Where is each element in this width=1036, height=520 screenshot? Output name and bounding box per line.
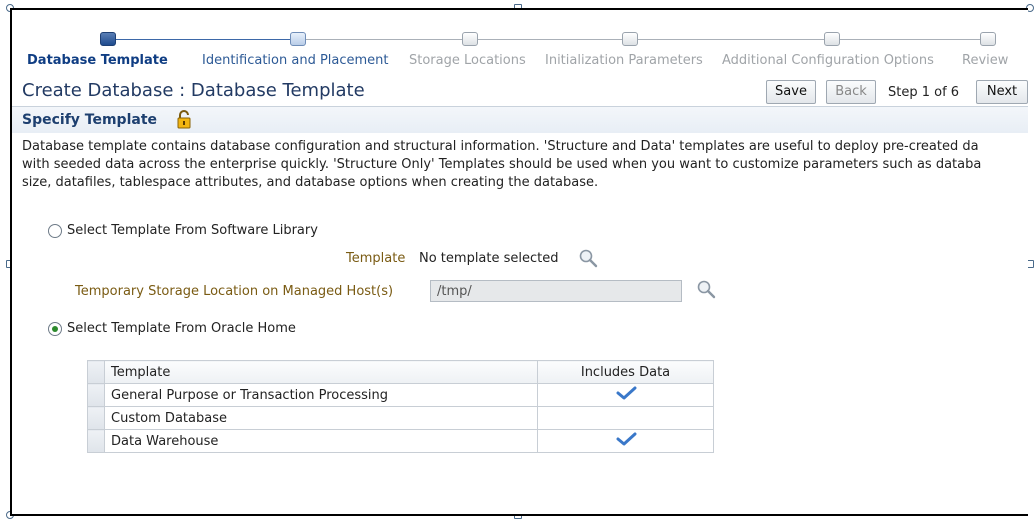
train-label-additional-configuration: Additional Configuration Options [722,53,934,68]
table-row[interactable]: General Purpose or Transaction Processin… [87,383,714,407]
train-node-initialization-parameters [622,32,638,46]
description-line: size, datafiles, tablespace attributes, … [22,175,599,190]
train-label-review: Review [962,53,1009,68]
table-row[interactable]: Data Warehouse [87,429,714,453]
train-node-review [980,32,996,46]
table-row[interactable]: Custom Database [87,406,714,430]
train-node-additional-configuration [824,32,840,46]
train-label-storage-locations: Storage Locations [409,53,526,68]
row-selector-header [87,360,105,384]
wizard-train: Database Template Identification and Pla… [12,10,1028,76]
template-name-cell[interactable]: General Purpose or Transaction Processin… [104,383,538,407]
description-line: Database template contains database conf… [22,139,979,154]
page-header: Create Database : Database Template Save… [12,78,1028,107]
section-description: Database template contains database conf… [22,138,1028,192]
template-table: Template Includes Data General Purpose o… [87,360,714,453]
step-indicator: Step 1 of 6 [888,85,960,100]
column-header-template[interactable]: Template [104,360,538,384]
oracle-home-radio-label[interactable]: Select Template From Oracle Home [67,321,296,336]
save-button[interactable]: Save [766,80,816,104]
train-label-database-template[interactable]: Database Template [27,53,168,68]
lock-icon [177,110,191,129]
oracle-home-radio[interactable] [48,322,62,336]
wizard-frame: Database Template Identification and Pla… [10,8,1028,516]
train-connector [298,39,988,40]
train-node-storage-locations [462,32,478,46]
table-header-row: Template Includes Data [87,360,714,384]
search-icon[interactable] [696,279,716,299]
train-label-initialization-parameters: Initialization Parameters [545,53,703,68]
back-button[interactable]: Back [826,80,876,104]
template-name-cell[interactable]: Data Warehouse [104,429,538,453]
software-library-radio-label[interactable]: Select Template From Software Library [67,223,318,238]
column-header-includes-data[interactable]: Includes Data [537,360,714,384]
train-node-database-template[interactable] [100,32,116,46]
next-button[interactable]: Next [976,80,1028,104]
template-name-cell[interactable]: Custom Database [104,406,538,430]
software-library-radio[interactable] [48,224,62,238]
description-line: with seeded data across the enterprise q… [22,157,982,172]
train-node-identification[interactable] [290,32,306,46]
check-icon [616,386,636,400]
search-icon[interactable] [578,248,598,268]
includes-data-cell [537,406,714,430]
section-title: Specify Template [22,112,158,128]
train-connector [108,39,298,40]
temp-storage-input[interactable] [430,280,682,302]
row-selector[interactable] [87,406,105,430]
template-field-value: No template selected [419,251,559,266]
page-title: Create Database : Database Template [22,80,365,101]
row-selector[interactable] [87,429,105,453]
section-header: Specify Template [12,107,1028,133]
includes-data-cell [537,383,714,407]
train-label-identification[interactable]: Identification and Placement [202,53,389,68]
row-selector[interactable] [87,383,105,407]
includes-data-cell [537,429,714,453]
template-field-label: Template [346,251,406,266]
temp-storage-label: Temporary Storage Location on Managed Ho… [75,284,394,299]
check-icon [616,432,636,446]
